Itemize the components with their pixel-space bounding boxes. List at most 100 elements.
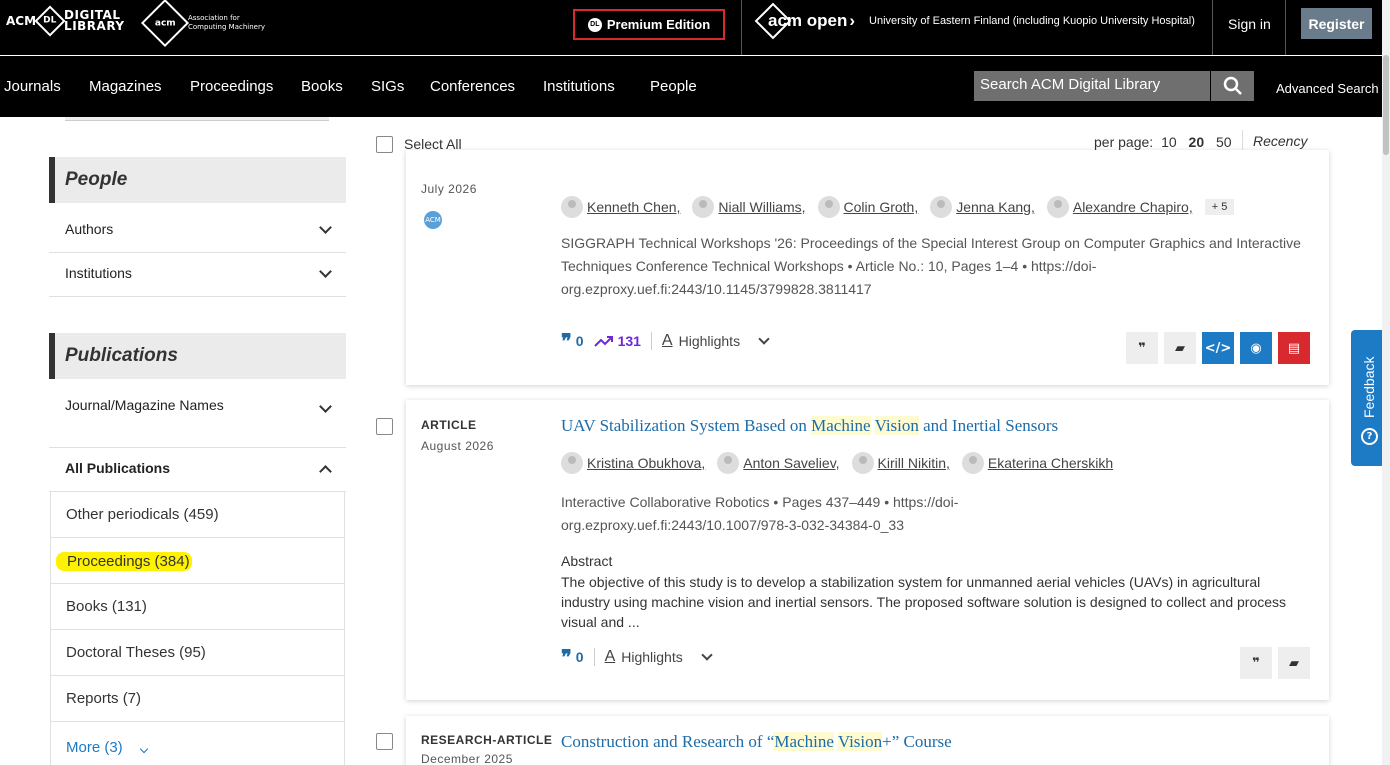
per-page-10[interactable]: 10	[1161, 134, 1177, 150]
author-link[interactable]: Niall Williams,	[692, 196, 806, 218]
cite-button[interactable]: ❞	[1126, 332, 1158, 364]
more-label: More (3)	[66, 739, 123, 756]
avatar	[961, 452, 984, 474]
acm-association-logo[interactable]: acm Association for Computing Machinery	[140, 0, 265, 48]
card-actions: ❞ ▰	[1240, 647, 1310, 679]
abstract-text: The objective of this study is to develo…	[561, 574, 1287, 630]
citations-count: ❞ 0	[561, 329, 584, 353]
author-link[interactable]: Alexandre Chapiro,	[1046, 196, 1193, 218]
acm-open-logo[interactable]: acm open › University of Eastern Finland …	[754, 2, 1195, 40]
nav-sigs[interactable]: SIGs	[371, 78, 404, 95]
acm-diamond-icon: acm	[140, 0, 190, 48]
pub-books[interactable]: Books (131)	[50, 584, 345, 630]
pdf-button[interactable]: ▤	[1278, 332, 1310, 364]
cite-button[interactable]: ❞	[1240, 647, 1272, 679]
abstract-heading: Abstract	[561, 553, 613, 569]
pub-other-periodicals[interactable]: Other periodicals (459)	[50, 492, 345, 538]
avatar	[930, 196, 953, 218]
avatar	[692, 196, 715, 218]
nav-magazines[interactable]: Magazines	[89, 78, 162, 95]
filter-all-publications[interactable]: All Publications	[49, 448, 346, 492]
result-card: July 2026 ACM Kenneth Chen, Niall Willia…	[406, 150, 1329, 385]
pub-date: December 2025	[421, 752, 513, 765]
filter-label: All Publications	[65, 460, 171, 476]
select-all-checkbox[interactable]	[376, 136, 393, 153]
search-input[interactable]: Search ACM Digital Library	[974, 71, 1210, 101]
pdf-icon: ▤	[1287, 340, 1301, 356]
result-checkbox[interactable]	[376, 418, 393, 435]
author-link[interactable]: Kenneth Chen,	[561, 196, 680, 218]
nav-proceedings[interactable]: Proceedings	[190, 78, 273, 95]
avatar	[561, 452, 583, 474]
search-button[interactable]	[1210, 71, 1254, 101]
filter-journal-names[interactable]: Journal/Magazine Names	[49, 383, 346, 448]
publication-info: Interactive Collaborative Robotics • Pag…	[561, 494, 959, 533]
nav-conferences[interactable]: Conferences	[430, 78, 515, 95]
filter-institutions[interactable]: Institutions	[49, 253, 346, 297]
acm-association-text: Association for Computing Machinery	[188, 14, 265, 31]
chevron-down-icon	[319, 400, 332, 413]
author-link[interactable]: Jenna Kang,	[930, 196, 1035, 218]
logo-library-text: DIGITAL LIBRARY	[64, 8, 125, 33]
folder-add-icon: ▰	[1289, 655, 1299, 671]
pub-proceedings[interactable]: Proceedings (384)	[50, 538, 345, 584]
html-view-button[interactable]: </>	[1202, 332, 1234, 364]
chevron-down-icon	[139, 744, 149, 754]
per-page-50[interactable]: 50	[1216, 134, 1232, 150]
code-icon: </>	[1204, 340, 1232, 356]
result-title-link[interactable]: UAV Stabilization System Based on Machin…	[561, 416, 1058, 436]
filter-authors[interactable]: Authors	[49, 207, 346, 253]
dl-diamond-icon: DL	[34, 5, 66, 37]
author-link[interactable]: Kristina Obukhova,	[561, 452, 705, 474]
institution-name: University of Eastern Finland (including…	[869, 15, 1195, 27]
nav-journals[interactable]: Journals	[4, 78, 61, 95]
nav-books[interactable]: Books	[301, 78, 343, 95]
scrollbar-thumb[interactable]	[1383, 55, 1389, 155]
pub-date: July 2026	[421, 182, 477, 196]
question-icon: ?	[1361, 428, 1378, 445]
avatar	[1046, 196, 1069, 218]
card-actions: ❞ ▰ </> ◉ ▤	[1126, 332, 1310, 364]
result-card: RESEARCH-ARTICLE December 2025 Construct…	[376, 716, 1329, 765]
sign-in-link[interactable]: Sign in	[1228, 16, 1271, 32]
register-button[interactable]: Register	[1301, 8, 1372, 39]
premium-label: Premium Edition	[606, 17, 711, 32]
pub-label-highlighted: Proceedings (384)	[56, 552, 192, 571]
downloads-count: 131	[593, 333, 641, 349]
add-to-binder-button[interactable]: ▰	[1164, 332, 1196, 364]
page-scrollbar[interactable]	[1382, 0, 1390, 765]
acm-open-diamond-icon	[754, 2, 792, 40]
author-list: Kristina Obukhova, Anton Saveliev, Kiril…	[561, 452, 1121, 474]
author-list: Kenneth Chen, Niall Williams, Colin Grot…	[561, 196, 1235, 218]
premium-edition-button[interactable]: DL Premium Edition	[573, 9, 725, 40]
highlights-toggle[interactable]: A Highlights	[593, 648, 713, 666]
pub-type: RESEARCH-ARTICLE	[421, 733, 553, 747]
author-link[interactable]: Colin Groth,	[817, 196, 918, 218]
pub-doctoral-theses[interactable]: Doctoral Theses (95)	[50, 630, 345, 676]
advanced-search-link[interactable]: Advanced Search	[1276, 81, 1379, 96]
add-to-binder-button[interactable]: ▰	[1278, 647, 1310, 679]
people-filter-header: People	[49, 157, 346, 203]
filter-label: Authors	[65, 221, 114, 237]
result-checkbox[interactable]	[376, 733, 393, 750]
nav-institutions[interactable]: Institutions	[543, 78, 615, 95]
epub-button[interactable]: ◉	[1240, 332, 1272, 364]
author-link[interactable]: Anton Saveliev,	[717, 452, 840, 474]
highlights-toggle[interactable]: A Highlights	[650, 332, 770, 350]
pub-more-link[interactable]: More (3)	[50, 722, 345, 765]
per-page-20[interactable]: 20	[1189, 134, 1205, 150]
pub-reports[interactable]: Reports (7)	[50, 676, 345, 722]
nav-people[interactable]: People	[650, 78, 697, 95]
author-link[interactable]: Ekaterina Cherskikh	[961, 452, 1113, 474]
pub-label: Reports (7)	[66, 690, 142, 707]
pub-label: Other periodicals (459)	[66, 506, 219, 523]
filter-input-remnant[interactable]	[65, 117, 329, 121]
result-title-link[interactable]: Construction and Research of “Machine Vi…	[561, 732, 952, 752]
acm-dl-logo[interactable]: ACM DL DIGITAL LIBRARY	[6, 5, 125, 37]
chevron-down-icon	[758, 333, 770, 345]
author-link[interactable]: Kirill Nikitin,	[851, 452, 950, 474]
per-page-label: per page:	[1094, 134, 1154, 150]
search-icon	[1223, 76, 1242, 95]
pub-label: Doctoral Theses (95)	[66, 644, 206, 661]
more-authors-button[interactable]: + 5	[1204, 199, 1235, 215]
